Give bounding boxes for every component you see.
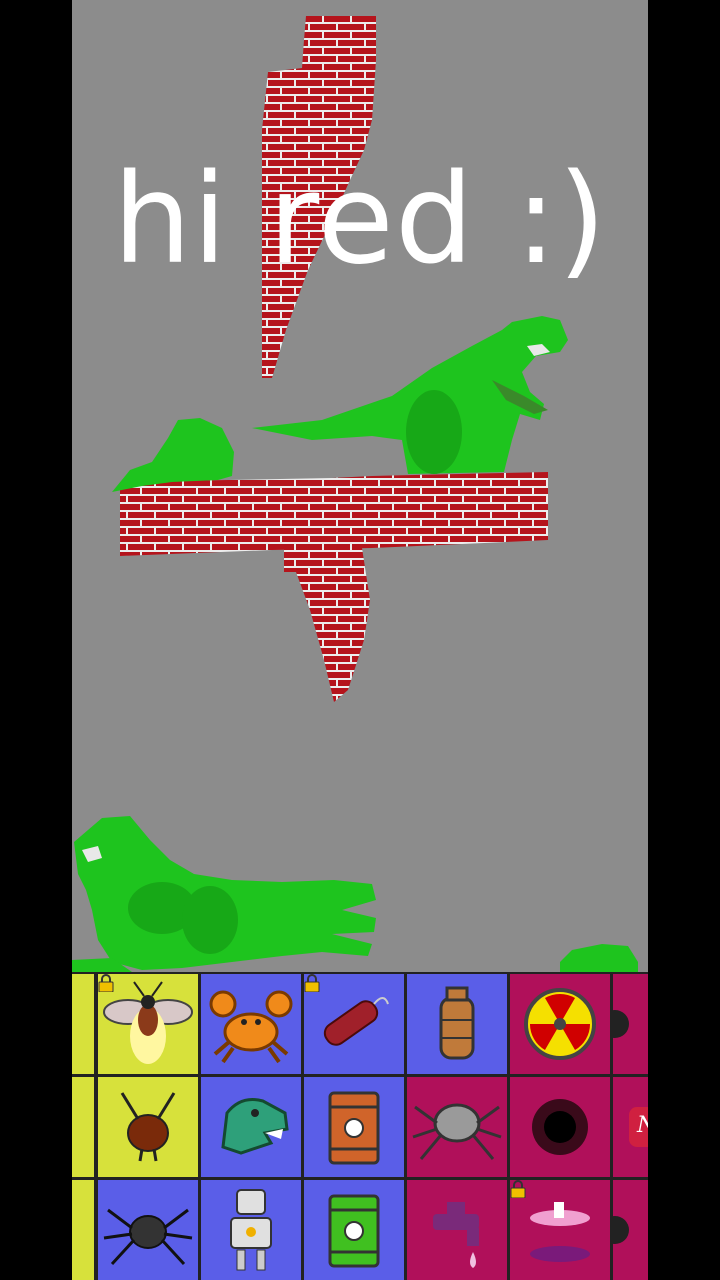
palette-item-neon-sign[interactable]: Ne [613, 1077, 648, 1177]
partial-icon [613, 1010, 629, 1038]
ant-icon [120, 1092, 176, 1162]
element-palette[interactable]: Ne [72, 972, 648, 1280]
palette-item-robot-spider[interactable] [407, 1077, 507, 1177]
crab-icon [209, 990, 293, 1064]
robot-icon [230, 1189, 272, 1271]
partial-icon [72, 974, 94, 1074]
acid-splash [560, 944, 638, 972]
palette-item-gas-cylinder[interactable] [407, 974, 507, 1074]
palette-item-water-tap[interactable] [407, 1180, 507, 1280]
palette-item-black-hole[interactable] [510, 1077, 610, 1177]
spider-icon [103, 1208, 193, 1266]
neon-sign-label: Ne [637, 1113, 648, 1138]
palette-item-partial[interactable] [613, 974, 648, 1074]
lock-icon [510, 1180, 526, 1198]
palette-item-radiation[interactable] [510, 974, 610, 1074]
lock-icon [98, 974, 114, 992]
oil-barrel-icon [328, 1091, 380, 1165]
palette-item-spider[interactable] [98, 1180, 198, 1280]
palette-item-partial[interactable] [72, 1077, 94, 1177]
partial-icon [72, 1180, 94, 1280]
palette-item-dynamite[interactable] [304, 974, 404, 1074]
partial-icon [613, 1216, 629, 1244]
trex-head-icon [221, 1098, 289, 1155]
palette-item-firefly[interactable] [98, 974, 198, 1074]
palette-item-acid-barrel[interactable] [304, 1180, 404, 1280]
caption-text: hi red :) [112, 148, 608, 292]
palette-item-partial[interactable] [72, 974, 94, 1074]
palette-item-partial[interactable] [72, 1180, 94, 1280]
palette-item-trex-head[interactable] [201, 1077, 301, 1177]
gas-cylinder-icon [439, 986, 475, 1060]
radiation-icon [524, 988, 596, 1060]
robot-spider-icon [412, 1103, 502, 1160]
partial-icon [72, 1077, 94, 1177]
dinosaur[interactable] [74, 816, 376, 970]
palette-item-partial[interactable] [613, 1180, 648, 1280]
palette-item-robot[interactable] [201, 1180, 301, 1280]
dinosaur[interactable] [252, 316, 568, 474]
palette-item-ant[interactable] [98, 1077, 198, 1177]
palette-item-oil-barrel[interactable] [304, 1077, 404, 1177]
palette-item-portal[interactable] [510, 1180, 610, 1280]
water-tap-icon [433, 1202, 479, 1268]
scene-layer [72, 16, 638, 972]
game-canvas[interactable]: hi red :) [72, 0, 648, 972]
lock-icon [304, 974, 320, 992]
brick-wall[interactable] [120, 472, 548, 556]
black-hole-icon [532, 1099, 588, 1155]
acid-barrel-icon [328, 1194, 380, 1268]
palette-item-crab[interactable] [201, 974, 301, 1074]
brick-wall[interactable] [284, 548, 370, 702]
